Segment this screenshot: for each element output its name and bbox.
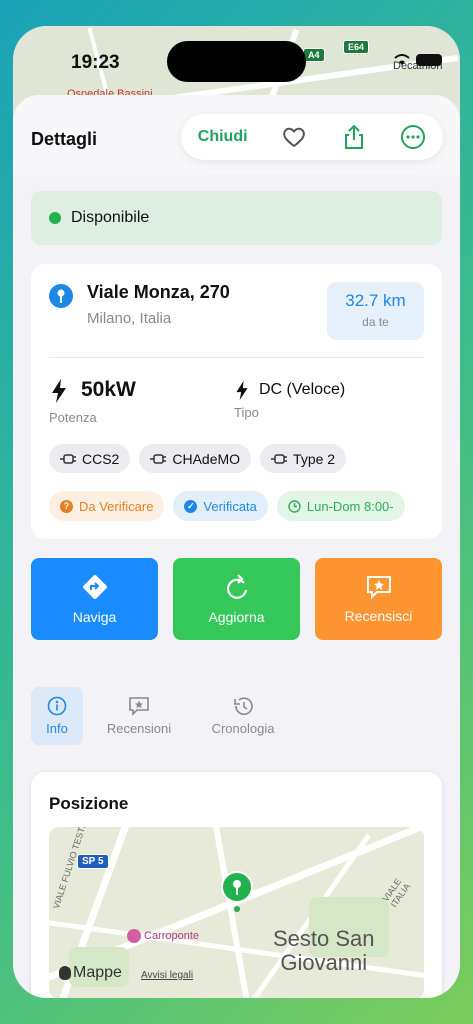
tab-label: Cronologia — [211, 721, 275, 736]
type-value: DC (Veloce) — [259, 381, 346, 398]
plug-icon — [271, 453, 288, 464]
distance-badge: 32.7 km da te — [327, 282, 424, 340]
action-buttons: Naviga Aggiorna Recensisci — [31, 558, 442, 640]
tab-label: Info — [46, 721, 68, 736]
connector-label: CCS2 — [82, 450, 120, 467]
badge-label: Da Verificare — [79, 498, 154, 514]
availability-dot — [49, 212, 61, 224]
map-city-label: Sesto San Giovanni — [273, 927, 375, 975]
connector-chip: CHAdeMO — [139, 444, 252, 473]
badge-verified: ✓ Verificata — [173, 491, 268, 521]
type-label: Tipo — [234, 405, 259, 420]
legal-link[interactable]: Avvisi legali — [141, 970, 193, 981]
map-poi: Carroponte — [127, 929, 199, 943]
apple-logo-icon — [59, 966, 71, 980]
status-time: 19:23 — [71, 52, 120, 73]
road-shield-sp5: SP 5 — [77, 854, 109, 869]
bolt-icon — [52, 379, 66, 403]
availability-text: Disponibile — [71, 209, 150, 226]
refresh-label: Aggiorna — [208, 609, 265, 625]
verified-icon: ✓ — [184, 499, 198, 513]
refresh-button[interactable]: Aggiorna — [173, 558, 300, 640]
power-value: 50kW — [81, 378, 136, 401]
question-icon: ? — [60, 499, 73, 513]
wifi-icon — [394, 54, 410, 65]
review-button[interactable]: Recensisci — [315, 558, 442, 640]
tab-reviews[interactable]: Recensioni — [91, 687, 187, 745]
connector-chip: CCS2 — [49, 444, 131, 473]
tab-info[interactable]: Info — [31, 687, 83, 745]
distance-value: 32.7 km — [345, 291, 406, 310]
badge-label: Lun-Dom 8:00- — [306, 498, 394, 514]
power-label: Potenza — [49, 410, 97, 425]
map-city-line: Sesto San — [273, 926, 375, 951]
station-city: Milano, Italia — [87, 310, 172, 327]
highway-shield-a4: A4 — [303, 48, 325, 62]
location-pin-icon — [49, 284, 73, 308]
map-city-line: Giovanni — [280, 950, 368, 975]
divider — [49, 357, 424, 358]
availability-banner: Disponibile — [31, 191, 442, 245]
connector-label: CHAdeMO — [172, 450, 241, 467]
station-info-card: Viale Monza, 270 Milano, Italia 32.7 km … — [31, 264, 442, 539]
distance-label: da te — [362, 315, 389, 329]
more-options-icon[interactable] — [400, 124, 426, 150]
reviews-icon — [129, 697, 149, 716]
tab-label: Recensioni — [106, 721, 172, 736]
badge-hours: Lun-Dom 8:00- — [276, 491, 405, 521]
navigate-label: Naviga — [72, 609, 117, 625]
status-indicators — [394, 54, 442, 66]
connector-list: CCS2 CHAdeMO Type 2 — [49, 444, 347, 473]
phone-screen: A4 E64 Ospedale Bassini Decathlon 19:23 … — [13, 26, 460, 998]
directions-icon — [82, 575, 107, 599]
map-pin-icon[interactable] — [221, 871, 253, 913]
badge-to-verify: ? Da Verificare — [49, 491, 165, 521]
position-title: Posizione — [49, 794, 129, 813]
details-sheet: Dettagli Chiudi Disponibile Viale Monza,… — [13, 95, 460, 998]
badge-label: Verificata — [203, 498, 257, 514]
dynamic-island — [167, 41, 306, 82]
history-icon — [234, 697, 253, 716]
map-street-label: VIALE ITALIA — [380, 876, 413, 910]
map-poi-label: Carroponte — [144, 930, 200, 942]
page-title: Dettagli — [31, 129, 98, 149]
tab-bar: Info Recensioni Cronologia — [31, 687, 291, 745]
battery-icon — [416, 54, 442, 66]
clock-icon — [288, 499, 301, 513]
share-icon[interactable] — [341, 124, 367, 150]
connector-chip: Type 2 — [260, 444, 347, 473]
plug-icon — [60, 453, 76, 464]
maps-brand: Mappe — [59, 964, 122, 982]
badge-row[interactable]: ? Da Verificare ✓ Verificata Lun-Dom 8:0… — [49, 491, 424, 523]
navigate-button[interactable]: Naviga — [31, 558, 158, 640]
maps-brand-label: Mappe — [73, 964, 122, 981]
music-note-icon — [127, 929, 141, 943]
refresh-icon — [226, 574, 247, 599]
close-button[interactable]: Chiudi — [198, 128, 248, 146]
highway-shield-e64: E64 — [343, 40, 370, 54]
station-address: Viale Monza, 270 — [87, 282, 230, 302]
location-map[interactable]: SP 5 VIALE FULVIO TESTI VIALE ITALIA Car… — [49, 827, 424, 998]
review-star-icon — [366, 576, 391, 600]
toolbar: Chiudi — [181, 114, 443, 160]
connector-label: Type 2 — [293, 450, 336, 467]
sheet-header: Dettagli Chiudi — [13, 95, 460, 175]
plug-icon — [150, 453, 167, 464]
bolt-icon — [236, 380, 248, 401]
position-card: Posizione SP 5 VIALE FULVIO TESTI VIALE … — [31, 772, 442, 998]
review-label: Recensisci — [344, 608, 413, 624]
tab-history[interactable]: Cronologia — [195, 687, 291, 745]
heart-icon[interactable] — [281, 124, 307, 150]
info-icon — [47, 696, 67, 716]
